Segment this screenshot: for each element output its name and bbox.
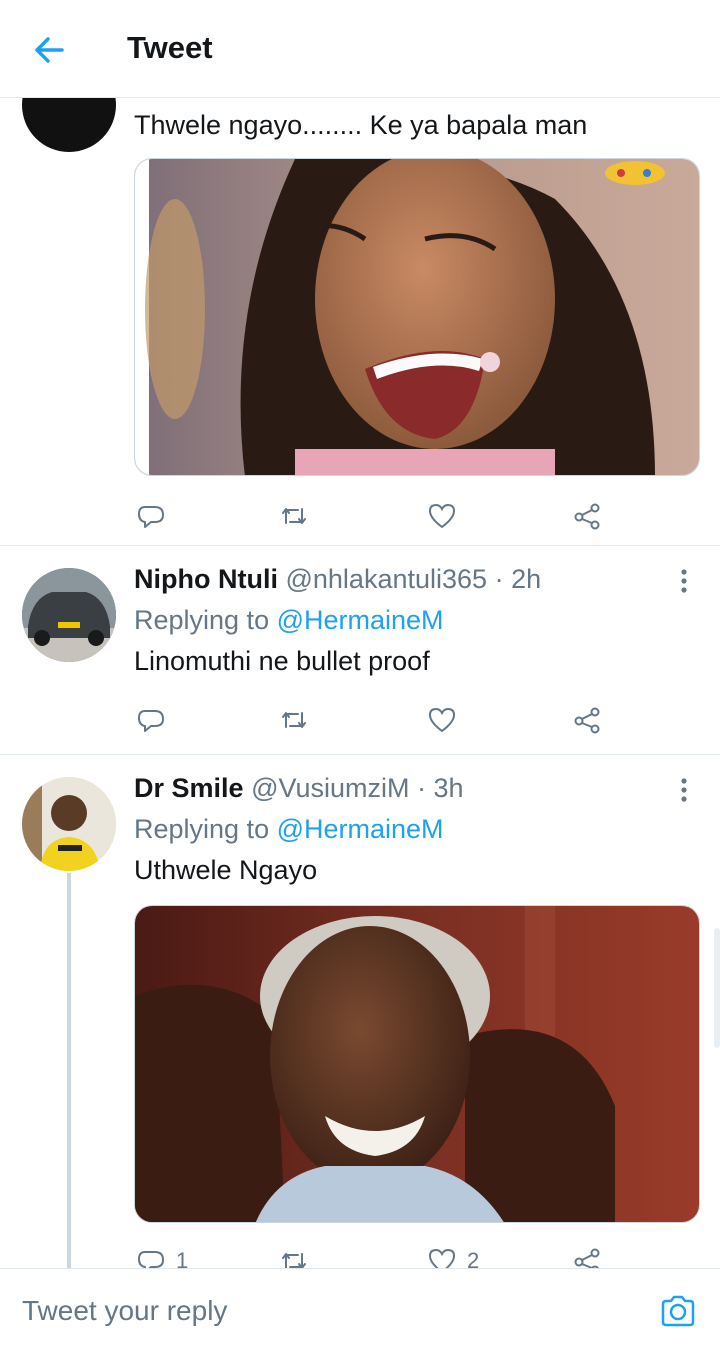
photo-woman-laughing bbox=[135, 159, 699, 475]
reply-icon bbox=[138, 1251, 164, 1268]
timestamp: 3h bbox=[433, 773, 464, 803]
mention-link[interactable]: @HermaineM bbox=[277, 814, 444, 844]
reply-count: 1 bbox=[176, 1248, 189, 1268]
reply-button[interactable]: 1 bbox=[136, 1243, 188, 1268]
timestamp: 2h bbox=[511, 564, 542, 594]
like-count: 2 bbox=[467, 1248, 480, 1268]
replying-to: Replying to @HermaineM bbox=[134, 605, 696, 636]
avatar-car-photo bbox=[22, 568, 116, 662]
reply-icon bbox=[138, 506, 164, 528]
avatar[interactable] bbox=[22, 98, 116, 152]
share-icon bbox=[574, 503, 600, 530]
tweet-media[interactable] bbox=[134, 158, 700, 476]
like-button[interactable] bbox=[427, 498, 467, 534]
share-icon bbox=[574, 1248, 600, 1268]
heart-icon bbox=[428, 707, 456, 733]
retweet-button[interactable] bbox=[279, 1243, 319, 1268]
tweet-item[interactable]: Nipho Ntuli @nhlakantuli365 · 2h Replyin… bbox=[0, 546, 720, 755]
avatar[interactable] bbox=[22, 777, 116, 871]
tweet-text: Linomuthi ne bullet proof bbox=[134, 646, 430, 676]
avatar[interactable] bbox=[22, 568, 116, 662]
camera-button[interactable] bbox=[658, 1291, 698, 1331]
tweet-header: Nipho Ntuli @nhlakantuli365 · 2h bbox=[134, 564, 696, 595]
tweet-item[interactable]: Thwele ngayo........ Ke ya bapala man bbox=[0, 98, 720, 546]
share-icon bbox=[574, 707, 600, 734]
retweet-icon bbox=[282, 508, 306, 524]
heart-icon bbox=[428, 1248, 456, 1268]
reply-button[interactable] bbox=[136, 498, 176, 534]
retweet-icon bbox=[282, 1253, 306, 1268]
replying-label: Replying to bbox=[134, 814, 270, 844]
heart-icon bbox=[428, 503, 456, 529]
mention-link[interactable]: @HermaineM bbox=[277, 605, 444, 635]
page-title: Tweet bbox=[127, 30, 213, 65]
share-button[interactable] bbox=[572, 498, 602, 534]
tweet-text: Thwele ngayo........ Ke ya bapala man bbox=[134, 110, 588, 140]
separator: · bbox=[417, 773, 427, 803]
thread-line bbox=[67, 873, 71, 1268]
share-button[interactable] bbox=[572, 702, 602, 738]
back-button[interactable] bbox=[30, 30, 70, 70]
top-bar: Tweet bbox=[0, 0, 720, 98]
scrollbar[interactable] bbox=[714, 928, 720, 1048]
replying-label: Replying to bbox=[134, 605, 270, 635]
like-button[interactable]: 2 bbox=[427, 1243, 479, 1268]
author-name[interactable]: Dr Smile bbox=[134, 773, 244, 803]
arrow-left-icon bbox=[35, 37, 64, 63]
reply-input[interactable]: Tweet your reply bbox=[22, 1295, 227, 1327]
retweet-icon bbox=[282, 712, 306, 728]
retweet-button[interactable] bbox=[279, 498, 319, 534]
author-handle[interactable]: @VusiumziM bbox=[251, 773, 409, 803]
reply-composer: Tweet your reply bbox=[0, 1268, 720, 1355]
tweet-actions bbox=[134, 498, 614, 534]
separator: · bbox=[494, 564, 504, 594]
reply-button[interactable] bbox=[136, 702, 176, 738]
tweet-actions bbox=[134, 702, 614, 738]
reply-icon bbox=[138, 710, 164, 732]
author-name[interactable]: Nipho Ntuli bbox=[134, 564, 278, 594]
avatar-person-photo bbox=[22, 777, 116, 871]
tweet-feed[interactable]: Thwele ngayo........ Ke ya bapala man Ni… bbox=[0, 98, 720, 1268]
camera-icon bbox=[661, 1295, 695, 1327]
tweet-text: Uthwele Ngayo bbox=[134, 855, 318, 885]
photo-man-smiling bbox=[135, 906, 699, 1222]
tweet-media[interactable] bbox=[134, 905, 700, 1223]
tweet-header: Dr Smile @VusiumziM · 3h bbox=[134, 773, 696, 804]
tweet-actions: 1 2 bbox=[134, 1243, 614, 1268]
replying-to: Replying to @HermaineM bbox=[134, 814, 696, 845]
share-button[interactable] bbox=[572, 1243, 602, 1268]
tweet-item[interactable]: Dr Smile @VusiumziM · 3h Replying to @He… bbox=[0, 755, 720, 1268]
author-handle[interactable]: @nhlakantuli365 bbox=[285, 564, 487, 594]
like-button[interactable] bbox=[427, 702, 467, 738]
retweet-button[interactable] bbox=[279, 702, 319, 738]
